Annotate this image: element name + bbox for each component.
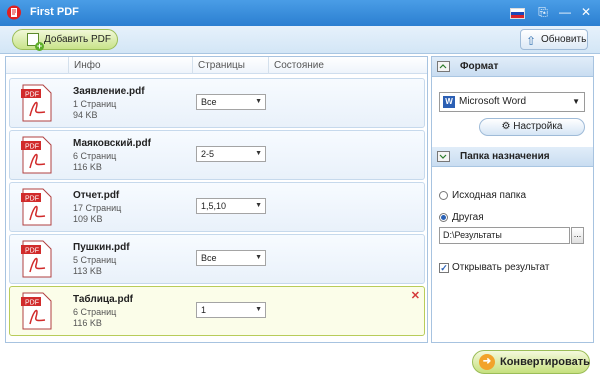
page-range-value: 1	[201, 305, 207, 315]
chevron-down-icon: ▼	[255, 98, 262, 105]
file-row[interactable]: PDF Пушкин.pdf 5 Страниц 113 KB Все ▼	[9, 234, 425, 284]
column-divider	[192, 57, 193, 74]
page-range-select[interactable]: 2-5 ▼	[196, 146, 266, 162]
svg-text:PDF: PDF	[25, 144, 39, 151]
destination-section-title: Папка назначения	[460, 151, 550, 162]
column-pages[interactable]: Страницы	[198, 60, 245, 71]
radio-other-folder[interactable]	[439, 213, 448, 222]
file-name: Отчет.pdf	[73, 190, 120, 201]
gear-icon: ⚙	[501, 121, 511, 132]
format-section-title: Формат	[460, 61, 499, 72]
file-list-panel: Инфо Страницы Состояние PDF Заявление.pd…	[5, 56, 428, 343]
format-section-header: Формат	[432, 57, 593, 77]
destination-section-header: Папка назначения	[432, 147, 593, 167]
settings-label: Настройка	[513, 121, 563, 132]
browse-button[interactable]: ...	[571, 227, 584, 244]
chevron-down-icon: ▼	[255, 150, 262, 157]
file-size: 94 KB	[73, 110, 98, 120]
refresh-button[interactable]: ⇧ Обновить	[520, 29, 588, 50]
destination-section-icon	[437, 151, 450, 162]
add-pdf-icon	[27, 33, 44, 51]
refresh-icon: ⇧	[526, 34, 537, 48]
file-page-count: 1 Страниц	[73, 99, 117, 109]
refresh-label: Обновить	[541, 34, 587, 45]
svg-text:PDF: PDF	[25, 300, 39, 307]
list-header: Инфо Страницы Состояние	[6, 57, 427, 74]
page-range-select[interactable]: 1 ▼	[196, 302, 266, 318]
format-select[interactable]: W Microsoft Word ▼	[439, 92, 585, 112]
file-page-count: 17 Страниц	[73, 203, 122, 213]
open-result-label: Открывать результат	[452, 262, 550, 273]
column-info[interactable]: Инфо	[74, 60, 101, 71]
help-icon[interactable]: ⎘	[536, 5, 550, 19]
column-status[interactable]: Состояние	[274, 60, 324, 71]
file-name: Таблица.pdf	[73, 294, 134, 305]
add-pdf-label: Добавить PDF	[44, 34, 111, 45]
app-logo-icon	[7, 5, 21, 20]
minimize-icon[interactable]: —	[558, 5, 572, 19]
file-size: 116 KB	[73, 162, 102, 172]
file-name: Маяковский.pdf	[73, 138, 151, 149]
app-title: First PDF	[30, 6, 79, 18]
page-range-value: Все	[201, 253, 217, 263]
radio-source-folder-label: Исходная папка	[452, 190, 527, 201]
add-pdf-button[interactable]: Добавить PDF	[12, 29, 118, 51]
radio-other-folder-label: Другая	[452, 212, 484, 223]
file-size: 113 KB	[73, 266, 102, 276]
svg-text:PDF: PDF	[25, 196, 39, 203]
toolbar: Добавить PDF ⇧ Обновить	[0, 26, 600, 54]
page-range-value: Все	[201, 97, 217, 107]
pdf-file-icon: PDF	[21, 84, 52, 122]
page-range-value: 1,5,10	[201, 201, 227, 211]
destination-path-input[interactable]: D:\Результаты	[439, 227, 570, 244]
page-range-select[interactable]: Все ▼	[196, 250, 266, 266]
column-divider	[268, 57, 269, 74]
convert-button[interactable]: ➜ Конвертировать	[472, 350, 590, 374]
remove-file-icon[interactable]: ✕	[411, 289, 420, 302]
chevron-down-icon: ▼	[255, 254, 262, 261]
settings-panel: Формат W Microsoft Word ▼ ⚙ Настройка Па…	[431, 56, 594, 343]
file-page-count: 6 Страниц	[73, 151, 117, 161]
file-row[interactable]: PDF Заявление.pdf 1 Страниц 94 KB Все ▼	[9, 78, 425, 128]
pdf-file-icon: PDF	[21, 188, 52, 226]
file-row[interactable]: PDF Отчет.pdf 17 Страниц 109 KB 1,5,10 ▼	[9, 182, 425, 232]
format-value: Microsoft Word	[459, 96, 527, 107]
convert-label: Конвертировать	[500, 356, 590, 368]
word-icon: W	[443, 96, 455, 108]
radio-source-folder[interactable]	[439, 191, 448, 200]
svg-text:PDF: PDF	[25, 248, 39, 255]
file-size: 116 KB	[73, 318, 102, 328]
format-section-icon	[437, 61, 450, 72]
pdf-file-icon: PDF	[21, 292, 52, 330]
file-name: Пушкин.pdf	[73, 242, 130, 253]
language-flag-icon[interactable]	[510, 8, 525, 19]
page-range-select[interactable]: Все ▼	[196, 94, 266, 110]
chevron-down-icon: ▼	[572, 97, 580, 106]
chevron-down-icon: ▼	[255, 202, 262, 209]
settings-button[interactable]: ⚙ Настройка	[479, 118, 585, 136]
file-row[interactable]: PDF Маяковский.pdf 6 Страниц 116 KB 2-5 …	[9, 130, 425, 180]
file-name: Заявление.pdf	[73, 86, 145, 97]
convert-icon: ➜	[479, 354, 495, 370]
file-page-count: 6 Страниц	[73, 307, 117, 317]
file-row-selected[interactable]: PDF Таблица.pdf 6 Страниц 116 KB 1 ▼ ✕	[9, 286, 425, 336]
file-size: 109 KB	[73, 214, 103, 224]
file-page-count: 5 Страниц	[73, 255, 117, 265]
page-range-value: 2-5	[201, 149, 215, 159]
column-divider	[68, 57, 69, 74]
open-result-checkbox[interactable]: ✓	[439, 263, 449, 273]
title-bar: First PDF ⎘ — ✕	[0, 0, 600, 26]
page-range-select[interactable]: 1,5,10 ▼	[196, 198, 266, 214]
pdf-file-icon: PDF	[21, 240, 52, 278]
chevron-down-icon: ▼	[255, 306, 262, 313]
pdf-file-icon: PDF	[21, 136, 52, 174]
svg-text:PDF: PDF	[25, 92, 39, 99]
close-icon[interactable]: ✕	[579, 5, 593, 19]
